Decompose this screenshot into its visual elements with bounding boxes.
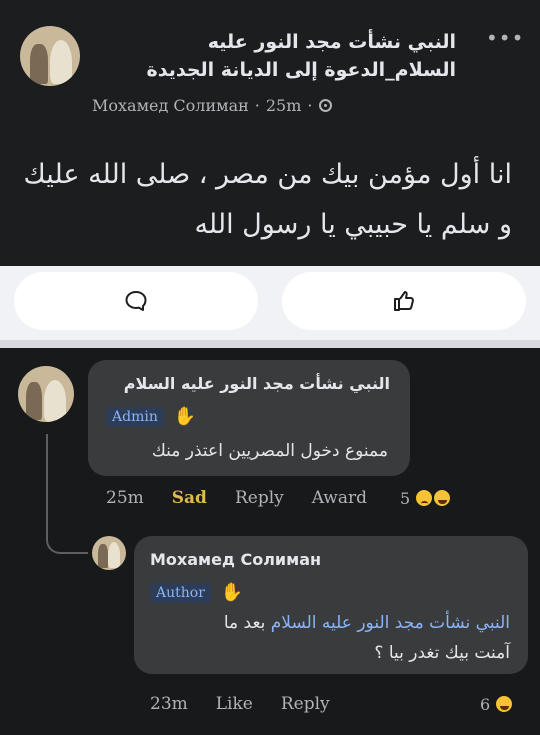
thread-line (46, 434, 88, 554)
reply-actions: 23m Like Reply (150, 694, 358, 714)
award-button[interactable]: Award (312, 488, 367, 508)
more-dots-icon[interactable]: ••• (486, 26, 524, 50)
comment-icon (125, 291, 147, 311)
badge-label: Admin (106, 406, 164, 427)
commenter-avatar[interactable] (18, 366, 74, 422)
wave-icon: ✋ (173, 406, 197, 427)
comment-actions: 25m Sad Reply Award (106, 488, 395, 508)
haha-emoji-icon (432, 488, 453, 508)
post-time[interactable]: 25m (266, 96, 302, 115)
reply-time[interactable]: 23m (150, 694, 188, 714)
reaction-count: 5 (400, 488, 411, 508)
reply-avatar[interactable] (92, 536, 126, 570)
commenter-name[interactable]: النبي نشأت مجد النور عليه السلام (124, 374, 390, 393)
haha-emoji-icon (494, 694, 515, 714)
comment-time[interactable]: 25m (106, 488, 144, 508)
reaction-count: 6 (480, 694, 491, 714)
meta-separator: · (254, 96, 260, 115)
reply-button[interactable]: Reply (235, 488, 284, 508)
post-card: ••• النبي نشأت مجد النور عليه السلام_الد… (0, 0, 540, 266)
sad-reaction-button[interactable]: Sad (172, 488, 207, 508)
post-meta: Мохамед Солиман · 25m · (92, 96, 332, 115)
sad-emoji-icon (414, 488, 435, 508)
globe-icon (318, 99, 332, 112)
post-action-bar (0, 266, 540, 340)
comments-section: النبي نشأت مجد النور عليه السلام Admin ✋… (0, 348, 540, 735)
post-author-name[interactable]: Мохамед Солиман (92, 96, 249, 115)
reply-bubble: Мохамед Солиман Author ✋ النبي نشأت مجد … (134, 536, 528, 674)
reply-text-line1: بعد ما (223, 613, 271, 633)
comment-bubble: النبي نشأت مجد النور عليه السلام Admin ✋… (88, 360, 410, 476)
comment-text: ممنوع دخول المصريين اعتذر منك (151, 441, 388, 461)
reaction-summary[interactable]: 5 (400, 488, 453, 508)
wave-icon: ✋ (220, 582, 244, 603)
page-avatar[interactable] (20, 26, 80, 86)
section-divider (0, 340, 540, 348)
post-body: انا أول مؤمن بيك من مصر ، صلى الله عليك … (23, 159, 512, 240)
page-title[interactable]: النبي نشأت مجد النور عليه السلام_الدعوة … (76, 28, 456, 84)
thumbs-up-icon (394, 291, 414, 311)
reply-text: النبي نشأت مجد النور عليه السلام بعد ما … (140, 608, 510, 668)
reply-text-line2: آمنت بيك تغدر بيا ؟ (374, 643, 510, 663)
mention-link[interactable]: النبي نشأت مجد النور عليه السلام (271, 613, 510, 633)
comment-button[interactable] (14, 272, 258, 330)
reply-button[interactable]: Reply (281, 694, 330, 714)
reply-author-name[interactable]: Мохамед Солиман (150, 550, 321, 569)
badge-label: Author (150, 582, 211, 603)
like-link[interactable]: Like (216, 694, 253, 714)
meta-separator: · (307, 96, 313, 115)
author-badge: Author ✋ (150, 582, 243, 603)
admin-badge: Admin ✋ (106, 406, 196, 427)
like-button[interactable] (282, 272, 526, 330)
reply-reaction-summary[interactable]: 6 (480, 694, 515, 714)
